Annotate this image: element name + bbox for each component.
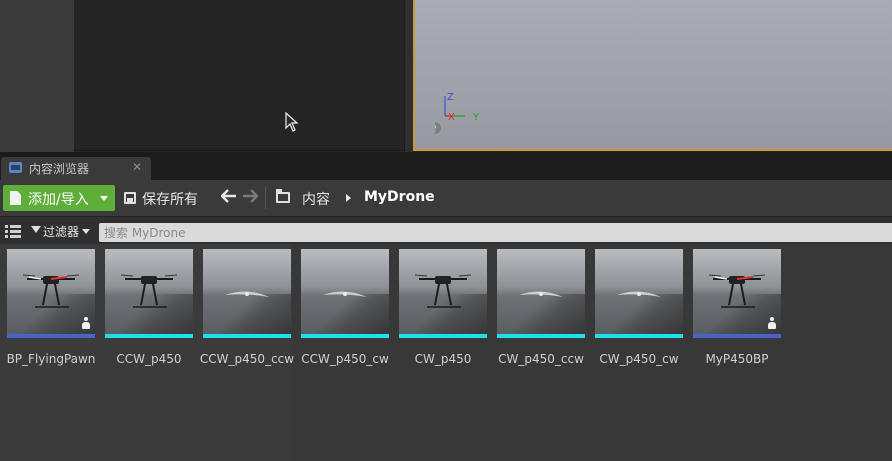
tab-content-browser[interactable]: 内容浏览器 ✕: [1, 157, 151, 180]
asset-name-label: CCW_p450: [116, 352, 182, 366]
asset-type-strip: [693, 334, 781, 338]
asset-tile[interactable]: [693, 249, 781, 338]
save-icon: [124, 192, 136, 204]
asset-thumbnail: [399, 249, 487, 334]
add-import-label: 添加/导入: [28, 192, 89, 208]
svg-text:?: ?: [435, 125, 437, 135]
details-panel[interactable]: [74, 0, 405, 151]
close-icon[interactable]: ✕: [132, 160, 142, 174]
left-gutter: [0, 0, 74, 152]
search-input[interactable]: [99, 223, 892, 242]
toolbar-divider: [265, 187, 266, 209]
asset-grid: BP_FlyingPawn CCW_p450 CCW_p450_ccw CCW_p45…: [0, 244, 892, 461]
asset-name-label: CW_p450_cw: [599, 352, 679, 366]
save-all-button[interactable]: 保存所有: [121, 185, 205, 211]
save-all-label: 保存所有: [142, 192, 198, 208]
asset-name-label: CW_p450: [414, 352, 472, 366]
asset-tile[interactable]: [399, 249, 487, 338]
panel-splitter[interactable]: [405, 0, 413, 152]
asset-type-strip: [203, 334, 291, 338]
back-arrow-icon[interactable]: [220, 189, 238, 207]
asset-type-strip: [7, 334, 95, 338]
folder-icon[interactable]: [276, 189, 290, 203]
pawn-icon: [82, 317, 90, 329]
asset-name-label: CW_p450_ccw: [498, 352, 584, 366]
asset-thumbnail: [301, 249, 389, 334]
filter-bar: 过滤器: [0, 216, 892, 244]
asset-name-label: BP_FlyingPawn: [6, 352, 96, 366]
asset-thumbnail: [105, 249, 193, 334]
mouse-cursor-icon: [285, 112, 299, 132]
asset-tile[interactable]: [7, 249, 95, 338]
chevron-down-icon: [100, 196, 108, 201]
view-options-icon[interactable]: [5, 225, 21, 239]
asset-tile[interactable]: [595, 249, 683, 338]
asset-name-label: CCW_p450_cw: [301, 352, 389, 366]
asset-type-strip: [497, 334, 585, 338]
forward-arrow-icon[interactable]: [241, 189, 259, 207]
new-file-icon: [10, 191, 21, 205]
asset-type-strip: [105, 334, 193, 338]
breadcrumb-chevron-icon[interactable]: [346, 194, 351, 202]
asset-type-strip: [301, 334, 389, 338]
level-viewport[interactable]: Z X Y ?: [413, 0, 892, 151]
asset-type-strip: [399, 334, 487, 338]
tab-strip: 内容浏览器 ✕: [0, 152, 892, 180]
asset-tile[interactable]: [301, 249, 389, 338]
filter-button[interactable]: 过滤器: [30, 223, 92, 241]
pawn-icon: [768, 317, 776, 329]
asset-thumbnail: [497, 249, 585, 334]
asset-tile[interactable]: [497, 249, 585, 338]
asset-thumbnail: [595, 249, 683, 334]
asset-tile[interactable]: [203, 249, 291, 338]
asset-type-strip: [595, 334, 683, 338]
axis-x-label: X: [448, 112, 455, 123]
asset-name-label: CCW_p450_ccw: [199, 352, 295, 366]
chevron-down-icon: [82, 229, 90, 234]
content-browser-icon: [9, 162, 22, 173]
tab-label: 内容浏览器: [29, 162, 90, 176]
asset-tile[interactable]: [105, 249, 193, 338]
axis-gizmo: Z X Y ?: [435, 92, 480, 135]
filter-label: 过滤器: [43, 225, 80, 239]
breadcrumb-content[interactable]: 内容: [302, 189, 330, 209]
editor-window: Z X Y ? 内容浏览器 ✕ 添加/导入 保存所有: [0, 0, 892, 461]
axis-y-label: Y: [472, 112, 480, 123]
breadcrumb-mydrone[interactable]: MyDrone: [364, 189, 435, 205]
asset-name-label: MyP450BP: [705, 352, 769, 366]
add-import-button[interactable]: 添加/导入: [3, 185, 115, 211]
filter-icon: [31, 226, 41, 233]
content-browser-toolbar: 添加/导入 保存所有 内容 MyDrone: [0, 180, 892, 216]
axis-z-label: Z: [447, 92, 454, 103]
asset-thumbnail: [203, 249, 291, 334]
